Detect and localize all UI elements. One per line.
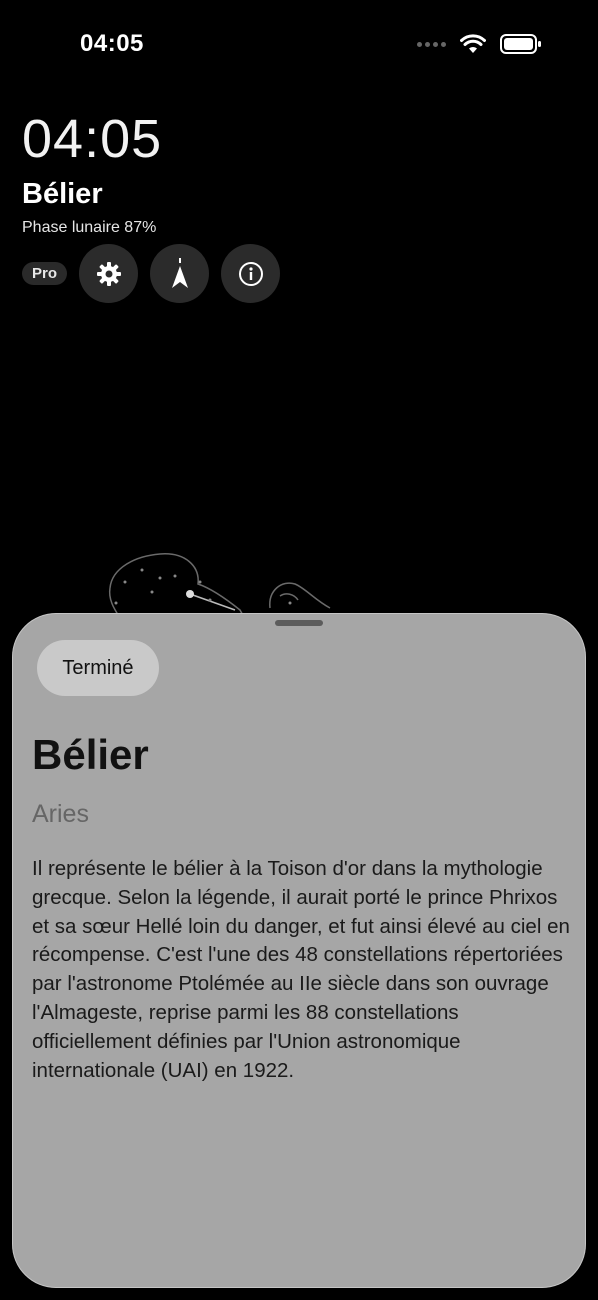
done-button[interactable]: Terminé — [37, 640, 159, 696]
wifi-icon — [460, 34, 486, 54]
settings-button[interactable] — [79, 244, 139, 303]
status-bar-time: 04:05 — [80, 30, 144, 57]
status-bar-icons — [417, 34, 542, 54]
info-sheet: Terminé Bélier Aries Il représente le bé… — [12, 613, 586, 1288]
sheet-title: Bélier — [32, 731, 149, 778]
compass-button[interactable] — [150, 244, 210, 303]
control-row: Pro — [22, 244, 281, 303]
clock-time: 04:05 — [22, 109, 163, 169]
constellation-name: Bélier — [22, 178, 103, 210]
info-icon — [238, 261, 263, 286]
moon-phase: Phase lunaire 87% — [22, 219, 157, 236]
sheet-grabber[interactable] — [275, 620, 323, 626]
info-button[interactable] — [221, 244, 281, 303]
sheet-description: Il représente le bélier à la Toison d'or… — [32, 857, 570, 1082]
pro-badge[interactable]: Pro — [22, 262, 68, 285]
battery-icon — [500, 34, 542, 54]
compass-icon — [171, 257, 188, 288]
gear-icon — [96, 261, 121, 286]
sheet-subtitle: Aries — [32, 800, 89, 828]
signal-icon — [417, 41, 446, 47]
